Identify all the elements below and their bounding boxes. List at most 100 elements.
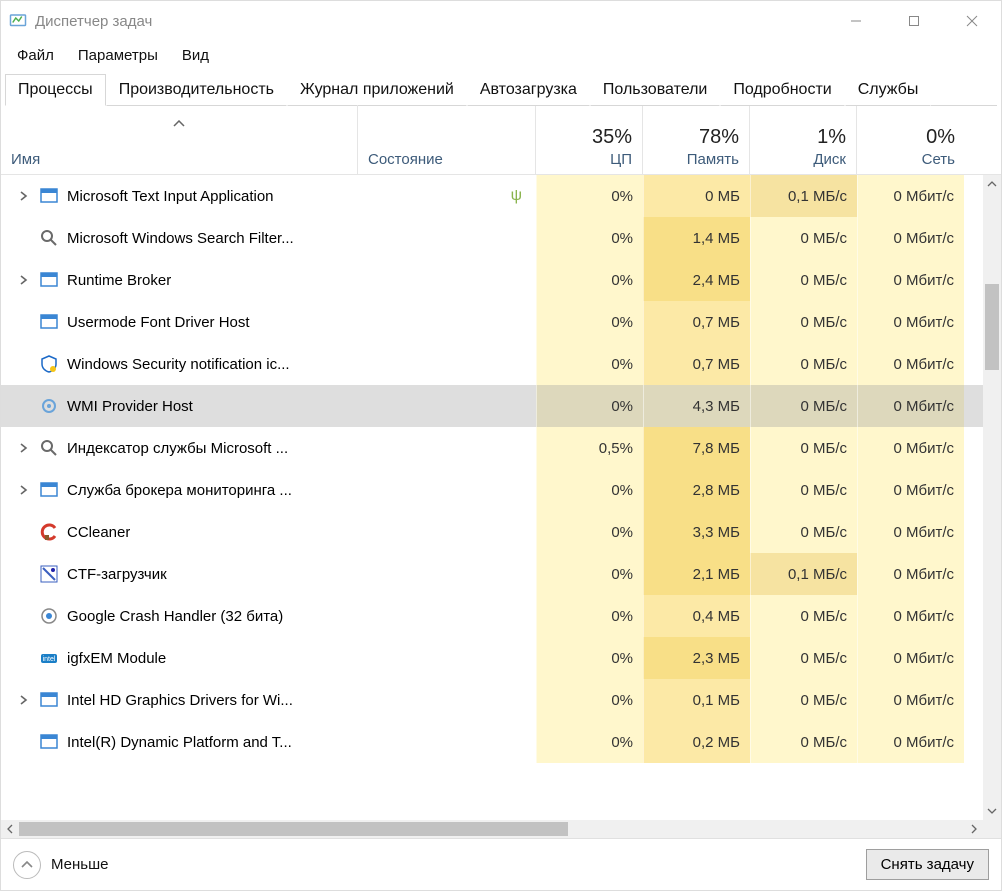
cell-network: 0 Мбит/с — [857, 259, 964, 301]
cell-cpu: 0% — [536, 595, 643, 637]
cell-cpu: 0% — [536, 259, 643, 301]
col-status-header[interactable]: Состояние — [358, 105, 536, 174]
cell-network: 0 Мбит/с — [857, 511, 964, 553]
menu-options[interactable]: Параметры — [68, 44, 168, 67]
col-mem-header[interactable]: 78% Память — [643, 105, 750, 174]
cell-memory: 0,2 МБ — [643, 721, 750, 763]
process-row[interactable]: Usermode Font Driver Host0%0,7 МБ0 МБ/с0… — [1, 301, 983, 343]
process-row[interactable]: Microsoft Text Input Applicationψ0%0 МБ0… — [1, 175, 983, 217]
col-disk-header[interactable]: 1% Диск — [750, 105, 857, 174]
cell-memory: 0,1 МБ — [643, 679, 750, 721]
tab-details[interactable]: Подробности — [720, 74, 844, 106]
cell-network: 0 Мбит/с — [857, 175, 964, 217]
vertical-scrollbar[interactable] — [983, 175, 1001, 820]
process-name: Windows Security notification ic... — [67, 356, 290, 373]
process-row[interactable]: Microsoft Windows Search Filter...0%1,4 … — [1, 217, 983, 259]
expand-chevron-icon[interactable] — [17, 275, 31, 285]
scroll-down-icon[interactable] — [983, 802, 1001, 820]
expand-chevron-icon[interactable] — [17, 695, 31, 705]
process-name: igfxEM Module — [67, 650, 166, 667]
expand-chevron-icon[interactable] — [17, 485, 31, 495]
window-icon — [39, 270, 59, 290]
google-icon — [39, 606, 59, 626]
fewer-details-button[interactable]: Меньше — [13, 851, 108, 879]
cell-status — [358, 679, 536, 721]
process-row[interactable]: Служба брокера мониторинга ...0%2,8 МБ0 … — [1, 469, 983, 511]
cell-network: 0 Мбит/с — [857, 217, 964, 259]
cell-disk: 0,1 МБ/с — [750, 553, 857, 595]
window-icon — [39, 186, 59, 206]
cell-memory: 2,4 МБ — [643, 259, 750, 301]
cell-memory: 0,7 МБ — [643, 301, 750, 343]
vscroll-thumb[interactable] — [985, 284, 999, 369]
window-icon — [39, 480, 59, 500]
tab-apphistory[interactable]: Журнал приложений — [287, 74, 467, 106]
cell-memory: 2,8 МБ — [643, 469, 750, 511]
cell-network: 0 Мбит/с — [857, 427, 964, 469]
ccleaner-icon — [39, 522, 59, 542]
cell-disk: 0 МБ/с — [750, 427, 857, 469]
menu-file[interactable]: Файл — [7, 44, 64, 67]
tab-processes[interactable]: Процессы — [5, 74, 106, 106]
end-task-button[interactable]: Снять задачу — [866, 849, 989, 880]
cell-disk: 0 МБ/с — [750, 385, 857, 427]
cell-status — [358, 721, 536, 763]
process-row[interactable]: CCleaner 0%3,3 МБ0 МБ/с0 Мбит/с — [1, 511, 983, 553]
minimize-button[interactable] — [827, 1, 885, 41]
close-button[interactable] — [943, 1, 1001, 41]
process-row[interactable]: inteligfxEM Module0%2,3 МБ0 МБ/с0 Мбит/с — [1, 637, 983, 679]
cell-memory: 3,3 МБ — [643, 511, 750, 553]
col-name-header[interactable]: Имя — [1, 105, 358, 174]
cell-disk: 0 МБ/с — [750, 217, 857, 259]
process-row[interactable]: Windows Security notification ic...0%0,7… — [1, 343, 983, 385]
process-row[interactable]: Intel HD Graphics Drivers for Wi...0%0,1… — [1, 679, 983, 721]
process-name: CCleaner — [67, 524, 130, 541]
cell-cpu: 0% — [536, 511, 643, 553]
process-row[interactable]: Runtime Broker0%2,4 МБ0 МБ/с0 Мбит/с — [1, 259, 983, 301]
column-headers: Имя Состояние 35% ЦП 78% Память 1% Диск — [1, 105, 1001, 175]
window-icon — [39, 690, 59, 710]
menu-view[interactable]: Вид — [172, 44, 219, 67]
cell-memory: 0 МБ — [643, 175, 750, 217]
cell-cpu: 0% — [536, 301, 643, 343]
process-row[interactable]: Google Crash Handler (32 бита)0%0,4 МБ0 … — [1, 595, 983, 637]
process-name: Google Crash Handler (32 бита) — [67, 608, 283, 625]
scroll-up-icon[interactable] — [983, 175, 1001, 193]
expand-chevron-icon[interactable] — [17, 191, 31, 201]
cell-disk: 0 МБ/с — [750, 595, 857, 637]
cell-status — [358, 511, 536, 553]
hscroll-thumb[interactable] — [19, 822, 568, 836]
process-name: Microsoft Windows Search Filter... — [67, 230, 294, 247]
svg-text:intel: intel — [43, 656, 56, 663]
cell-disk: 0 МБ/с — [750, 301, 857, 343]
maximize-button[interactable] — [885, 1, 943, 41]
tab-performance[interactable]: Производительность — [106, 74, 287, 106]
process-row[interactable]: WMI Provider Host0%4,3 МБ0 МБ/с0 Мбит/с — [1, 385, 983, 427]
cell-network: 0 Мбит/с — [857, 595, 964, 637]
cell-network: 0 Мбит/с — [857, 721, 964, 763]
process-row[interactable]: Intel(R) Dynamic Platform and T...0%0,2 … — [1, 721, 983, 763]
cell-status — [358, 343, 536, 385]
col-cpu-header[interactable]: 35% ЦП — [536, 105, 643, 174]
tab-startup[interactable]: Автозагрузка — [467, 74, 590, 106]
process-row[interactable]: CTF-загрузчик0%2,1 МБ0,1 МБ/с0 Мбит/с — [1, 553, 983, 595]
cell-cpu: 0,5% — [536, 427, 643, 469]
process-row[interactable]: Индексатор службы Microsoft ...0,5%7,8 М… — [1, 427, 983, 469]
tab-services[interactable]: Службы — [845, 74, 932, 106]
scroll-right-icon[interactable] — [965, 820, 983, 838]
search-icon — [39, 438, 59, 458]
tab-users[interactable]: Пользователи — [590, 74, 720, 106]
cell-status — [358, 217, 536, 259]
expand-chevron-icon[interactable] — [17, 443, 31, 453]
col-net-header[interactable]: 0% Сеть — [857, 105, 965, 174]
cell-status — [358, 301, 536, 343]
process-list: Microsoft Text Input Applicationψ0%0 МБ0… — [1, 175, 1001, 838]
cell-cpu: 0% — [536, 721, 643, 763]
scroll-left-icon[interactable] — [1, 820, 19, 838]
cell-disk: 0 МБ/с — [750, 511, 857, 553]
cell-status — [358, 595, 536, 637]
horizontal-scrollbar[interactable] — [1, 820, 983, 838]
task-manager-window: Диспетчер задач Файл Параметры Вид Проце… — [0, 0, 1002, 891]
cell-network: 0 Мбит/с — [857, 637, 964, 679]
process-name: Usermode Font Driver Host — [67, 314, 250, 331]
